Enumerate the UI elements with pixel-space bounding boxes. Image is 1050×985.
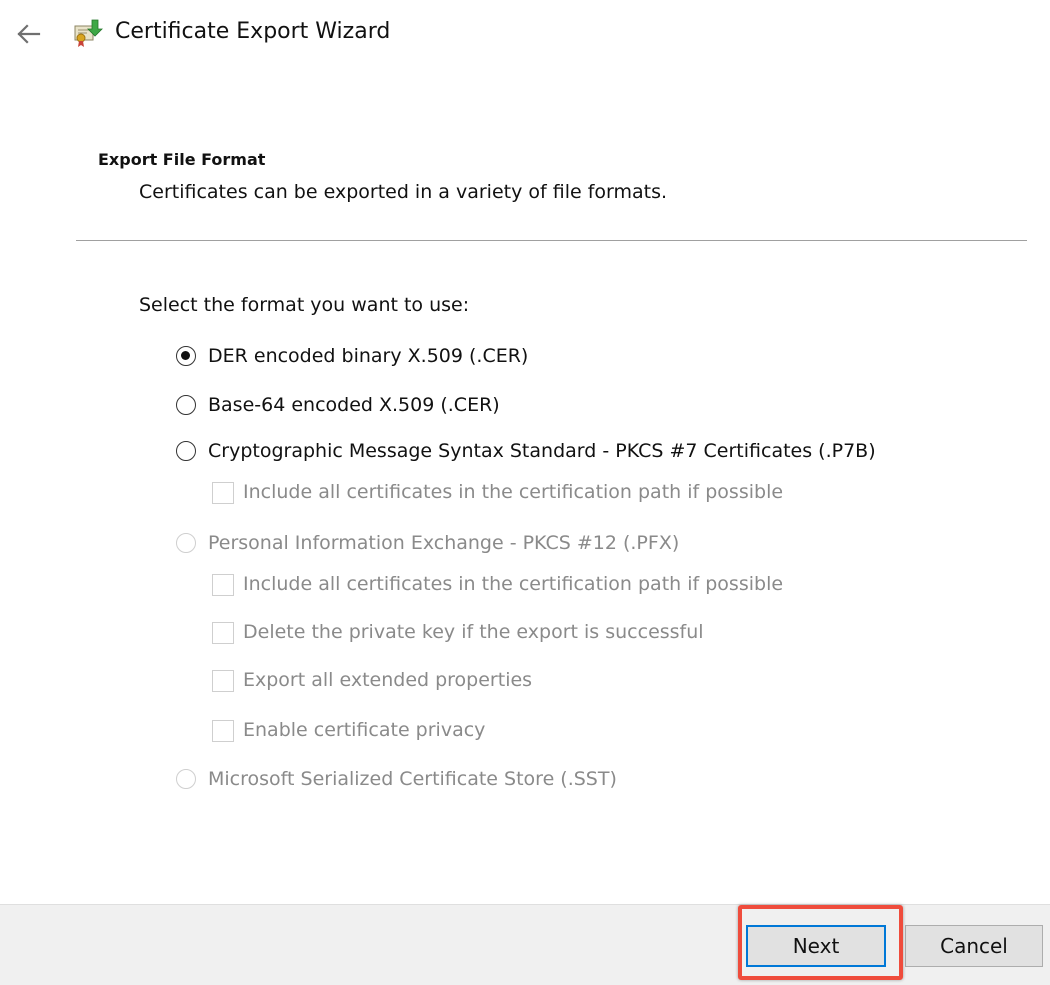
checkbox-p7b-include-path-label: Include all certificates in the certific… [243, 481, 784, 503]
title-bar: Certificate Export Wizard [0, 0, 1050, 70]
radio-button-sst[interactable] [176, 769, 196, 789]
checkbox-pfx-include-path-box[interactable] [212, 574, 234, 596]
header-divider [76, 240, 1027, 241]
section-description: Certificates can be exported in a variet… [139, 181, 668, 203]
certificate-icon [72, 17, 104, 49]
checkbox-pfx-delete-key-label: Delete the private key if the export is … [243, 621, 704, 643]
checkbox-p7b-include-path-box[interactable] [212, 482, 234, 504]
footer-bar [0, 904, 1050, 985]
radio-label-der: DER encoded binary X.509 (.CER) [208, 345, 529, 367]
next-button[interactable]: Next [746, 925, 886, 967]
checkbox-pfx-include-path-label: Include all certificates in the certific… [243, 573, 784, 595]
radio-label-base64: Base-64 encoded X.509 (.CER) [208, 394, 500, 416]
radio-button-base64[interactable] [176, 395, 196, 415]
section-title: Export File Format [98, 150, 266, 169]
radio-label-pfx: Personal Information Exchange - PKCS #12… [208, 532, 680, 554]
back-button[interactable] [10, 16, 46, 52]
window-title: Certificate Export Wizard [115, 19, 391, 44]
radio-label-pkcs7: Cryptographic Message Syntax Standard - … [208, 440, 876, 462]
back-arrow-icon [17, 24, 41, 44]
checkbox-pfx-extended-properties-label: Export all extended properties [243, 669, 533, 691]
format-prompt: Select the format you want to use: [139, 294, 470, 316]
radio-button-der[interactable] [176, 346, 196, 366]
radio-button-pkcs7[interactable] [176, 441, 196, 461]
radio-label-sst: Microsoft Serialized Certificate Store (… [208, 768, 617, 790]
radio-button-pfx[interactable] [176, 533, 196, 553]
cancel-button[interactable]: Cancel [905, 925, 1043, 967]
checkbox-pfx-privacy-box[interactable] [212, 720, 234, 742]
checkbox-pfx-extended-properties-box[interactable] [212, 670, 234, 692]
checkbox-pfx-privacy-label: Enable certificate privacy [243, 719, 486, 741]
checkbox-pfx-delete-key-box[interactable] [212, 622, 234, 644]
